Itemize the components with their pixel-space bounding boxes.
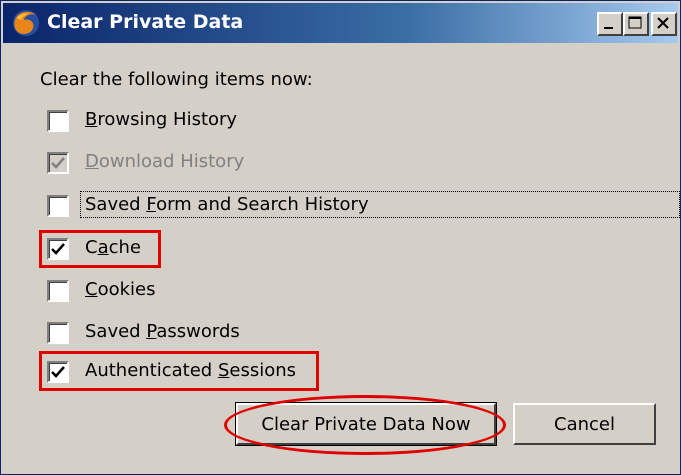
cancel-button[interactable]: Cancel: [513, 403, 656, 445]
saved-form-history-label[interactable]: Saved Form and Search History: [85, 193, 369, 217]
maximize-button[interactable]: [623, 12, 649, 36]
cookies-checkbox[interactable]: [47, 280, 69, 302]
checkmark-icon: [51, 243, 65, 255]
cache-checkbox[interactable]: [47, 238, 69, 260]
minimize-icon: [604, 27, 613, 29]
clear-private-data-dialog: Clear Private Data Clear the following i…: [0, 0, 681, 475]
close-icon: [657, 17, 669, 29]
checkmark-icon: [51, 366, 65, 378]
instruction-text: Clear the following items now:: [40, 69, 313, 90]
minimize-button[interactable]: [597, 12, 623, 36]
maximize-icon: [628, 16, 642, 29]
saved-passwords-label[interactable]: Saved Passwords: [85, 320, 240, 344]
authenticated-sessions-checkbox[interactable]: [47, 361, 69, 383]
checkmark-icon: [51, 157, 65, 169]
browsing-history-label[interactable]: Browsing History: [85, 108, 237, 132]
clear-button-highlight-oval: [224, 395, 506, 455]
authenticated-sessions-label[interactable]: Authenticated Sessions: [85, 359, 296, 383]
saved-form-history-checkbox[interactable]: [47, 195, 69, 217]
cache-label[interactable]: Cache: [85, 236, 141, 260]
browsing-history-checkbox[interactable]: [47, 110, 69, 132]
saved-passwords-checkbox[interactable]: [47, 322, 69, 344]
cookies-label[interactable]: Cookies: [85, 278, 155, 302]
download-history-checkbox[interactable]: [47, 152, 69, 174]
firefox-icon: [13, 10, 39, 36]
window-title: Clear Private Data: [47, 11, 244, 33]
close-button[interactable]: [651, 12, 677, 36]
title-bar[interactable]: Clear Private Data: [3, 3, 678, 43]
download-history-label[interactable]: Download History: [85, 150, 244, 174]
